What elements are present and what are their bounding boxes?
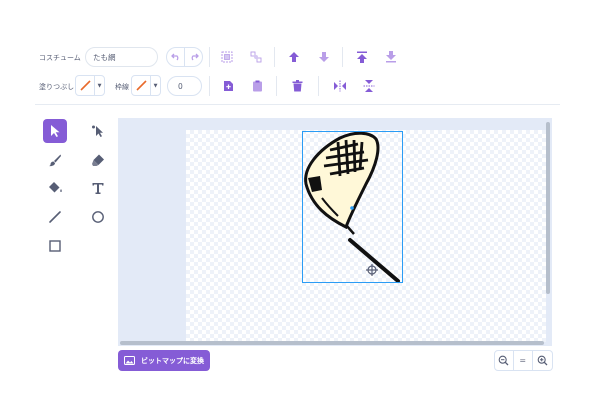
- outline-width-input[interactable]: [167, 76, 202, 96]
- caret-down-icon: ▼: [153, 82, 158, 89]
- backward-button[interactable]: [315, 48, 333, 66]
- paste-button[interactable]: [248, 77, 266, 95]
- flip-vertical-button[interactable]: [360, 77, 378, 95]
- redo-icon: [191, 53, 199, 61]
- zoom-out-button[interactable]: [494, 350, 514, 371]
- fill-color-swatch: [76, 76, 95, 95]
- zoom-reset-button[interactable]: =: [513, 350, 533, 371]
- group-icon: [221, 51, 233, 63]
- backward-icon: [319, 52, 329, 62]
- paste-icon: [252, 80, 262, 92]
- forward-icon: [289, 52, 299, 62]
- undo-button[interactable]: [166, 47, 185, 67]
- copy-button[interactable]: [219, 77, 237, 95]
- forward-button[interactable]: [285, 48, 303, 66]
- front-icon: [357, 51, 367, 63]
- selection-box[interactable]: [302, 131, 403, 283]
- group-button[interactable]: [218, 48, 236, 66]
- fill-tool-button[interactable]: [43, 176, 67, 200]
- line-tool-button[interactable]: [43, 205, 67, 229]
- costume-name-input[interactable]: [85, 47, 158, 67]
- no-color-icon: [135, 80, 147, 91]
- back-icon: [386, 51, 396, 63]
- outline-color-swatch: [132, 76, 151, 95]
- fill-color-dropdown[interactable]: ▼: [75, 75, 105, 96]
- undo-icon: [170, 53, 178, 61]
- outline-color-dropdown[interactable]: ▼: [131, 75, 161, 96]
- front-button[interactable]: [353, 48, 371, 66]
- rectangle-tool-button[interactable]: [43, 234, 67, 258]
- redo-button[interactable]: [184, 47, 203, 67]
- flip-vertical-icon: [363, 80, 375, 92]
- convert-label: ビットマップに変換: [141, 356, 204, 365]
- costume-label: コスチューム: [39, 54, 81, 62]
- rectangle-icon: [49, 240, 61, 252]
- trash-icon: [292, 80, 302, 92]
- eraser-icon: [92, 154, 104, 166]
- reshape-icon: [92, 125, 103, 137]
- brush-icon: [49, 154, 61, 167]
- text-tool-button[interactable]: [86, 176, 110, 200]
- zoom-controls: =: [494, 350, 553, 371]
- arrow-cursor-icon: [51, 125, 60, 137]
- zoom-in-button[interactable]: [533, 350, 553, 371]
- zoom-in-icon: [537, 355, 548, 366]
- zoom-out-icon: [498, 355, 509, 366]
- text-icon: [92, 183, 104, 194]
- outline-label: 枠線: [115, 83, 129, 91]
- horizontal-scrollbar[interactable]: [120, 341, 544, 345]
- copy-icon: [223, 81, 233, 91]
- vertical-scrollbar[interactable]: [546, 122, 550, 294]
- rotation-center-icon[interactable]: [365, 263, 379, 277]
- line-icon: [49, 211, 61, 223]
- eraser-tool-button[interactable]: [86, 148, 110, 172]
- fill-label: 塗りつぶし: [39, 83, 75, 91]
- caret-down-icon: ▼: [97, 82, 102, 89]
- no-color-icon: [79, 80, 91, 91]
- brush-tool-button[interactable]: [43, 148, 67, 172]
- select-tool-button[interactable]: [43, 119, 67, 143]
- convert-to-bitmap-button[interactable]: ビットマップに変換: [118, 350, 210, 371]
- flip-horizontal-button[interactable]: [331, 77, 349, 95]
- back-button[interactable]: [382, 48, 400, 66]
- circle-icon: [92, 211, 104, 223]
- delete-button[interactable]: [288, 77, 306, 95]
- image-icon: [124, 356, 135, 365]
- paint-bucket-icon: [48, 182, 62, 193]
- reshape-tool-button[interactable]: [86, 119, 110, 143]
- flip-horizontal-icon: [334, 80, 346, 92]
- ungroup-icon: [250, 51, 262, 63]
- ungroup-button[interactable]: [247, 48, 265, 66]
- circle-tool-button[interactable]: [86, 205, 110, 229]
